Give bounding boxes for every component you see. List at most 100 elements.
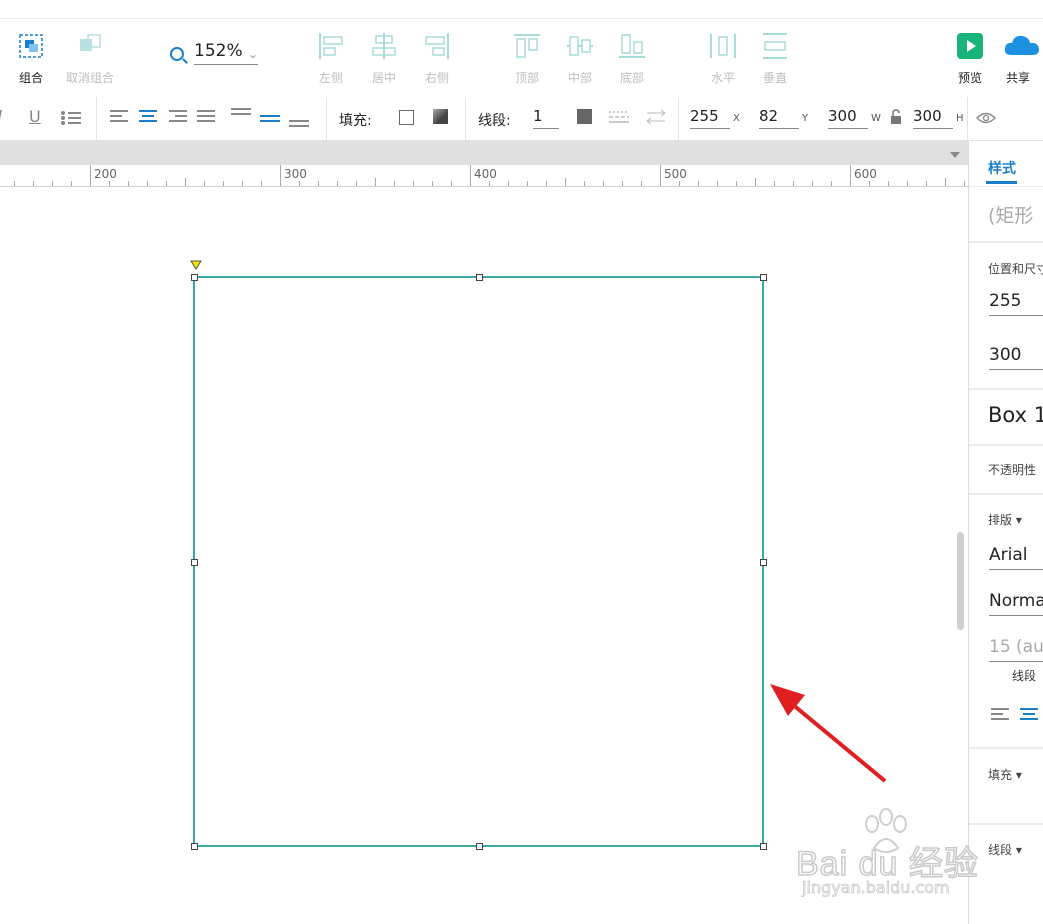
distribute-horizontal-button[interactable]: 水平 — [708, 31, 738, 86]
align-center-button[interactable]: 居中 — [369, 31, 399, 86]
corner-radius-handle-icon[interactable] — [190, 260, 202, 270]
arrow-style-icon[interactable] — [645, 109, 667, 125]
align-middle-button[interactable]: 中部 — [565, 31, 595, 86]
font-weight-select[interactable]: Normal — [989, 591, 1043, 616]
align-middle-icon — [565, 31, 595, 61]
stroke-label: 线段: — [478, 113, 511, 129]
h-unit: H — [956, 113, 964, 124]
dropdown-triangle-icon[interactable] — [950, 152, 960, 158]
align-left-button[interactable]: 左侧 — [316, 31, 346, 86]
play-icon — [955, 31, 985, 61]
y-input[interactable]: 82 — [759, 107, 799, 129]
share-button[interactable]: 共享 — [1003, 31, 1039, 86]
divider — [465, 97, 466, 140]
baidu-watermark: Bai du 经验 jingyan.baidu.com — [770, 808, 1010, 903]
panel-align-center-icon[interactable] — [1020, 708, 1040, 722]
fill-section[interactable]: 填充 ▾ — [988, 766, 1022, 783]
align-bottom-button[interactable]: 底部 — [617, 31, 647, 86]
x-input[interactable]: 255 — [690, 107, 730, 129]
divider — [969, 241, 1043, 243]
panel-align-left-icon[interactable] — [991, 708, 1011, 722]
ungroup-button[interactable]: 取消组合 — [66, 31, 114, 86]
widget-style-name[interactable]: Box 1 — [988, 403, 1043, 427]
h-input[interactable]: 300 — [913, 107, 953, 129]
format-bar: I U 填充: 线段: 1 255 X 82 Y 300 W 300 H — [0, 97, 1043, 141]
ruler-label: 400 — [474, 167, 497, 181]
distribute-horizontal-icon — [708, 31, 738, 61]
font-size-input[interactable]: 15 (auto) — [989, 637, 1043, 662]
w-input[interactable]: 300 — [828, 107, 868, 129]
share-label: 共享 — [1005, 71, 1030, 85]
resize-handle-bottom-right[interactable] — [760, 843, 767, 850]
resize-handle-top[interactable] — [476, 274, 483, 281]
resize-handle-top-right[interactable] — [760, 274, 767, 281]
resize-handle-bottom[interactable] — [476, 843, 483, 850]
align-bottom-icon — [617, 31, 647, 61]
text-align-left-icon[interactable] — [110, 110, 130, 124]
text-justify-icon[interactable] — [197, 110, 217, 124]
x-unit: X — [733, 113, 740, 124]
divider — [967, 97, 968, 140]
group-button[interactable]: 组合 — [16, 31, 46, 86]
italic-icon[interactable]: I — [0, 107, 2, 128]
resize-handle-top-left[interactable] — [191, 274, 198, 281]
panel-w-input[interactable]: 300 — [989, 345, 1043, 370]
preview-label: 预览 — [957, 71, 982, 85]
stroke-color-swatch[interactable] — [577, 109, 592, 124]
align-right-icon — [422, 31, 452, 61]
search-icon — [170, 47, 184, 61]
text-align-right-icon[interactable] — [169, 110, 189, 124]
unlock-icon[interactable] — [890, 109, 902, 125]
valign-top-icon[interactable] — [231, 108, 253, 128]
bullet-list-icon[interactable] — [60, 110, 82, 126]
font-family-select[interactable]: Arial — [989, 545, 1043, 570]
group-icon — [16, 31, 46, 61]
valign-bottom-icon[interactable] — [289, 108, 311, 128]
ruler-label: 500 — [664, 167, 687, 181]
shape-name[interactable]: (矩形 — [988, 201, 1033, 228]
rectangle-shape[interactable] — [193, 276, 764, 847]
ruler-label: 200 — [94, 167, 117, 181]
fill-label: 填充: — [339, 113, 372, 129]
divider — [678, 97, 679, 140]
distribute-vertical-label: 垂直 — [762, 71, 787, 85]
align-bottom-label: 底部 — [619, 71, 644, 85]
inspector-panel: 样式 (矩形 位置和尺寸 255 300 Box 1 不透明性 排版 ▾ Ari… — [968, 141, 1043, 924]
typography-section[interactable]: 排版 ▾ — [988, 511, 1022, 528]
align-center-icon — [369, 31, 399, 61]
main-toolbar: 组合 取消组合 152% ⌄ 左侧 居中 右侧 顶部 中部 底部 水平 垂直 预… — [0, 18, 1043, 98]
align-top-label: 顶部 — [514, 71, 539, 85]
stroke-width-input[interactable]: 1 — [533, 107, 559, 129]
distribute-vertical-icon — [760, 31, 790, 61]
align-left-icon — [316, 31, 346, 61]
red-arrow-line — [784, 697, 887, 783]
divider — [96, 97, 97, 140]
underline-icon[interactable]: U — [29, 107, 41, 126]
divider — [969, 747, 1043, 749]
group-label: 组合 — [18, 71, 43, 85]
tab-underline — [986, 181, 1017, 184]
vertical-scrollbar[interactable] — [957, 532, 964, 630]
divider — [969, 388, 1043, 390]
text-align-center-icon[interactable] — [139, 110, 159, 124]
resize-handle-bottom-left[interactable] — [191, 843, 198, 850]
line-label: 线段 — [1012, 669, 1037, 683]
eye-icon[interactable] — [976, 111, 996, 125]
preview-button[interactable]: 预览 — [955, 31, 985, 86]
align-top-icon — [512, 31, 542, 61]
ungroup-icon — [75, 31, 105, 61]
fill-none-swatch[interactable] — [399, 110, 414, 125]
tab-style[interactable]: 样式 — [988, 158, 1016, 178]
align-right-button[interactable]: 右侧 — [422, 31, 452, 86]
y-unit: Y — [802, 113, 809, 124]
align-top-button[interactable]: 顶部 — [512, 31, 542, 86]
w-unit: W — [871, 113, 881, 124]
stroke-pattern-icon[interactable] — [609, 109, 631, 125]
resize-handle-right[interactable] — [760, 559, 767, 566]
panel-x-input[interactable]: 255 — [989, 291, 1043, 316]
opacity-label: 不透明性 — [988, 463, 1037, 477]
valign-middle-icon[interactable] — [260, 108, 282, 128]
resize-handle-left[interactable] — [191, 559, 198, 566]
fill-color-swatch[interactable] — [433, 109, 448, 124]
distribute-vertical-button[interactable]: 垂直 — [760, 31, 790, 86]
